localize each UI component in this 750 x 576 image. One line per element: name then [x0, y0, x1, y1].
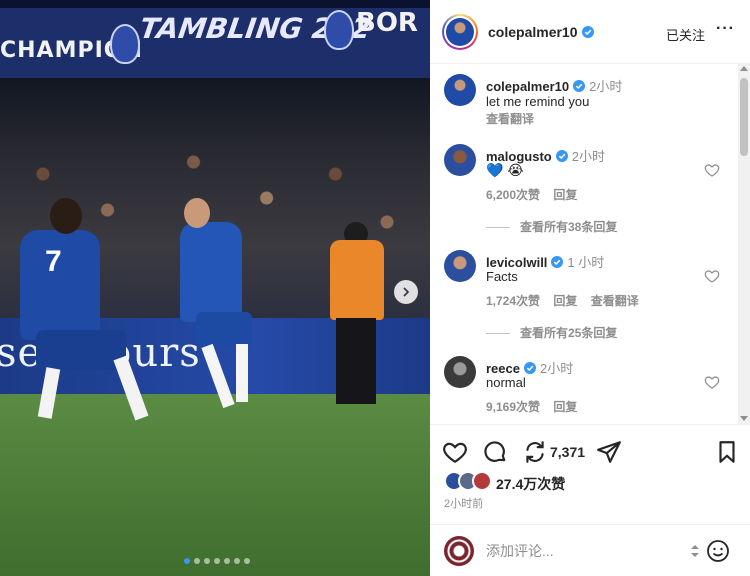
caption-username[interactable]: colepalmer10	[486, 79, 569, 94]
club-crest-icon	[324, 10, 354, 50]
carousel-next-button[interactable]	[394, 280, 418, 304]
more-options-icon[interactable]: ···	[716, 20, 735, 38]
carousel-dot	[184, 558, 190, 564]
scroll-up-arrow-icon[interactable]	[740, 66, 748, 71]
caption-time: 2小时	[589, 79, 623, 94]
view-replies-link[interactable]: 查看所有38条回复	[486, 218, 617, 235]
comment-input[interactable]	[486, 541, 676, 561]
carousel-dot	[214, 558, 220, 564]
carousel-indicator	[184, 558, 250, 564]
post-photo[interactable]: CHAMPION TAMBLING 202 BOR seu Tours 7	[0, 0, 430, 576]
view-replies-link[interactable]: 查看所有25条回复	[486, 324, 617, 341]
comment-reply-button[interactable]: 回复	[553, 294, 577, 308]
comment-like-count[interactable]: 9,169次赞	[486, 400, 540, 414]
comment-username[interactable]: levicolwill	[486, 255, 547, 270]
like-count[interactable]: 27.4万次赞	[496, 474, 565, 494]
stadium-banner: CHAMPION TAMBLING 202 BOR	[0, 0, 430, 78]
comment-text: 💙 😭	[486, 162, 524, 178]
comment-bubble-icon[interactable]	[482, 439, 508, 465]
comment-time: 2小时	[571, 149, 605, 164]
current-user-avatar	[444, 536, 474, 566]
comments-scrollbar[interactable]	[738, 64, 750, 424]
bookmark-icon[interactable]	[714, 439, 740, 465]
comment-reply-button[interactable]: 回复	[553, 400, 577, 414]
post-actions: 7,371 27.4万次赞 2小时前	[430, 424, 750, 524]
author-avatar[interactable]	[442, 14, 478, 50]
avatar[interactable]	[444, 356, 476, 388]
comment-username[interactable]: reece	[486, 361, 520, 376]
comments-list[interactable]: colepalmer10 2小时 let me remind you 查看翻译 m…	[430, 64, 738, 424]
avatar[interactable]	[444, 144, 476, 176]
football-pitch	[0, 394, 430, 576]
scroll-thumb[interactable]	[740, 78, 748, 156]
repost-icon[interactable]	[522, 439, 548, 465]
heart-icon[interactable]	[704, 268, 720, 284]
carousel-dot	[224, 558, 230, 564]
caption-translate-link[interactable]: 查看翻译	[486, 110, 534, 127]
comment-text: Facts	[486, 269, 518, 284]
club-crest-icon	[110, 24, 140, 64]
verified-badge-icon	[523, 362, 536, 374]
avatar[interactable]	[444, 250, 476, 282]
add-comment-bar	[430, 524, 750, 576]
carousel-dot	[244, 558, 250, 564]
caption-text: let me remind you	[486, 94, 590, 109]
comment-text: normal	[486, 375, 526, 390]
post-sidebar: colepalmer10 已关注 ··· colepalmer10 2小时 let…	[430, 0, 750, 576]
verified-badge-icon	[551, 256, 564, 268]
comment-translate-link[interactable]: 查看翻译	[591, 294, 639, 308]
emoji-icon[interactable]	[706, 539, 730, 563]
banner-text-right: BOR	[356, 8, 418, 38]
repost-count: 7,371	[550, 444, 586, 460]
heart-icon[interactable]	[704, 374, 720, 390]
like-heart-icon[interactable]	[442, 439, 468, 465]
comment-reply-button[interactable]: 回复	[553, 188, 577, 202]
following-button[interactable]: 已关注	[666, 25, 705, 44]
comment-like-count[interactable]: 1,724次赞	[486, 294, 540, 308]
verified-badge-icon	[573, 80, 586, 92]
carousel-dot	[204, 558, 210, 564]
carousel-dot	[194, 558, 200, 564]
likers-avatars[interactable]	[444, 471, 492, 491]
scroll-down-arrow-icon[interactable]	[740, 416, 748, 421]
post-header: colepalmer10 已关注 ···	[430, 0, 750, 64]
share-paper-plane-icon[interactable]	[596, 439, 622, 465]
verified-badge-icon	[581, 26, 594, 38]
avatar	[472, 471, 492, 491]
post-timestamp[interactable]: 2小时前	[444, 495, 483, 511]
chevron-right-icon	[403, 287, 410, 297]
heart-icon[interactable]	[704, 162, 720, 178]
comment-time: 2小时	[539, 361, 574, 376]
comment-time: 1 小时	[567, 255, 605, 270]
carousel-dot	[234, 558, 240, 564]
verified-badge-icon	[555, 150, 568, 162]
resize-stepper-icon[interactable]	[690, 543, 700, 559]
author-username[interactable]: colepalmer10	[488, 24, 594, 40]
comment-like-count[interactable]: 6,200次赞	[486, 188, 540, 202]
avatar[interactable]	[444, 74, 476, 106]
